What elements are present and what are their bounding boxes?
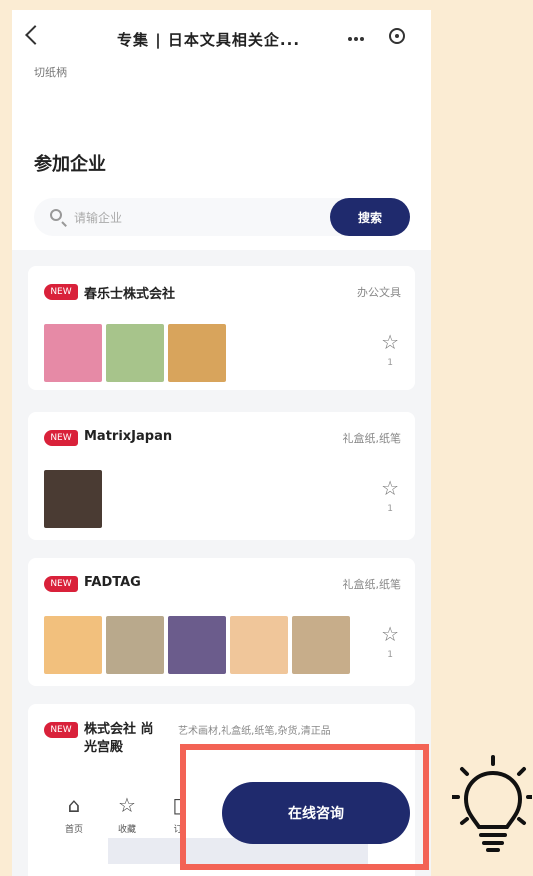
favorite-count: 1 — [387, 504, 393, 514]
favorite-star-icon[interactable]: ☆ — [381, 478, 399, 498]
product-thumbnails — [44, 470, 106, 530]
company-category: 礼盒纸,纸笔 — [342, 432, 402, 445]
product-image[interactable] — [168, 324, 226, 382]
company-card[interactable]: NEW MatrixJapan 礼盒纸,纸笔 ☆ 1 — [28, 412, 415, 540]
back-arrow-icon[interactable] — [25, 25, 45, 45]
search-bar: 搜索 — [34, 198, 410, 238]
company-name: FADTAG — [84, 575, 141, 590]
company-name: 株式会社 尚光宫殿 — [84, 722, 154, 755]
search-input[interactable] — [72, 198, 316, 238]
search-icon — [50, 209, 62, 221]
company-card[interactable]: NEW 春乐士株式会社 办公文具 ☆ 1 — [28, 266, 415, 390]
star-icon: ☆ — [118, 793, 136, 817]
product-image[interactable] — [168, 616, 226, 674]
home-icon: ⌂ — [67, 793, 81, 817]
lightbulb-icon — [452, 755, 532, 852]
product-image[interactable] — [292, 616, 350, 674]
favorite-count: 1 — [387, 358, 393, 368]
product-image[interactable] — [106, 324, 164, 382]
nav-bar: 专集 | 日本文具相关企... — [12, 10, 431, 64]
company-category: 礼盒纸,纸笔 — [342, 578, 402, 591]
product-image[interactable] — [44, 470, 102, 528]
product-image[interactable] — [44, 324, 102, 382]
product-image[interactable] — [106, 616, 164, 674]
tab-label: 首页 — [64, 825, 83, 835]
product-image[interactable] — [44, 616, 102, 674]
company-card[interactable]: NEW FADTAG 礼盒纸,纸笔 ☆ 1 — [28, 558, 415, 686]
company-name: 春乐士株式会社 — [84, 287, 176, 302]
product-thumbnails — [44, 616, 354, 676]
search-button[interactable]: 搜索 — [330, 198, 410, 236]
section-title: 参加企业 — [34, 154, 106, 175]
more-icon[interactable] — [348, 37, 364, 41]
subtitle: 切纸柄 — [34, 66, 67, 79]
product-thumbnails — [44, 324, 230, 384]
tab-label: 收藏 — [117, 825, 136, 835]
company-name: MatrixJapan — [84, 429, 173, 444]
product-image[interactable] — [230, 616, 288, 674]
company-category: 艺术画材,礼盒纸,纸笔,杂货,清正品 — [178, 726, 331, 737]
tab-favorites[interactable]: ☆ 收藏 — [107, 794, 147, 835]
favorite-count: 1 — [387, 650, 393, 660]
new-tag: NEW — [44, 576, 78, 592]
page-title: 专集 | 日本文具相关企... — [117, 31, 301, 49]
favorite-star-icon[interactable]: ☆ — [381, 624, 399, 644]
favorite-star-icon[interactable]: ☆ — [381, 332, 399, 352]
new-tag: NEW — [44, 430, 78, 446]
tab-home[interactable]: ⌂ 首页 — [54, 794, 94, 835]
highlight-box — [180, 744, 429, 870]
close-mini-program-icon[interactable] — [389, 28, 405, 44]
new-tag: NEW — [44, 284, 78, 300]
new-tag: NEW — [44, 722, 78, 738]
company-category: 办公文具 — [357, 286, 401, 299]
